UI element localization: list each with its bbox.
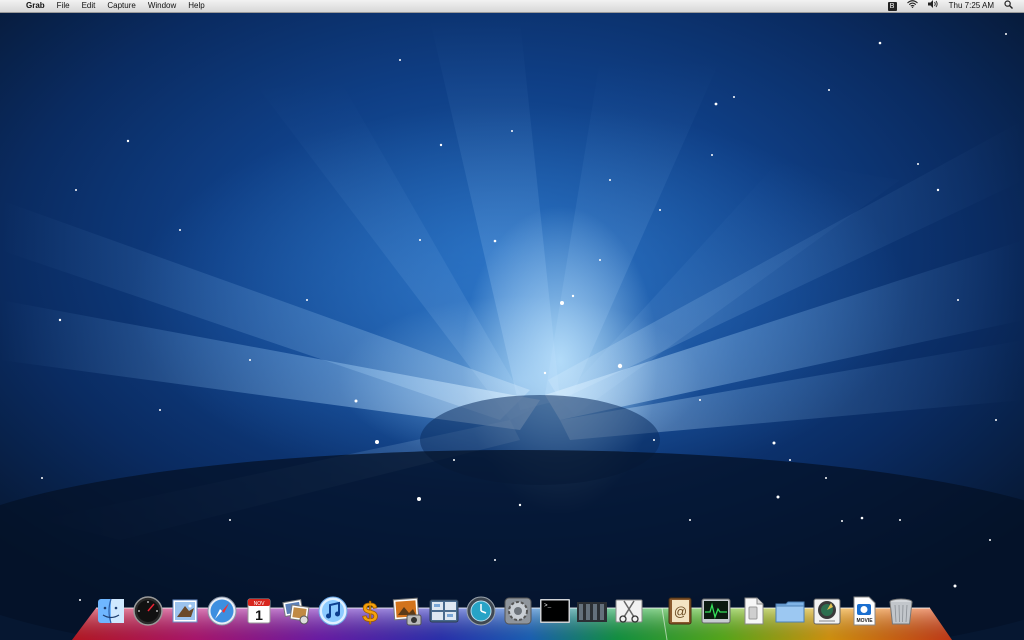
- document-icon: [744, 597, 764, 625]
- system-preferences-icon: [504, 597, 532, 625]
- volume-menu[interactable]: [923, 0, 944, 12]
- dock-item-mail[interactable]: [168, 594, 202, 628]
- dock-item-dashboard[interactable]: [131, 594, 165, 628]
- dock-item-ical[interactable]: NOV 1: [242, 594, 276, 628]
- audio-midi-icon: [577, 602, 607, 622]
- dashboard-icon: [133, 596, 163, 626]
- menu-file[interactable]: File: [51, 0, 76, 12]
- disk-utility-icon: [813, 598, 841, 625]
- dock-separator: [649, 594, 659, 628]
- dock-item-disk-utility[interactable]: [810, 594, 844, 628]
- dock-item-finder[interactable]: [94, 594, 128, 628]
- folder-icon: [775, 601, 805, 623]
- dock-item-spaces[interactable]: [427, 594, 461, 628]
- dock-item-address-book[interactable]: @: [662, 594, 696, 628]
- desktop-wallpaper: [0, 0, 1024, 640]
- svg-text:@: @: [674, 604, 687, 619]
- dock-item-grab[interactable]: [612, 594, 646, 628]
- address-book-icon: @: [668, 597, 692, 625]
- dock-item-time-machine[interactable]: [464, 594, 498, 628]
- dock-item-activity-monitor[interactable]: [699, 594, 733, 628]
- spotlight-menu[interactable]: [999, 0, 1018, 13]
- dock-item-system-preferences[interactable]: [501, 594, 535, 628]
- iphoto-icon: [392, 597, 422, 626]
- svg-text:>_: >_: [544, 602, 552, 609]
- dock-item-trash[interactable]: [884, 594, 918, 628]
- menu-help[interactable]: Help: [182, 0, 210, 12]
- preview-icon: [282, 598, 310, 625]
- wifi-icon: [906, 0, 918, 8]
- dock-item-iphoto[interactable]: [390, 594, 424, 628]
- ical-day: 1: [255, 607, 263, 623]
- menu-clock[interactable]: Thu 7:25 AM: [944, 0, 999, 12]
- spotlight-icon: [1004, 0, 1013, 9]
- mail-icon: [172, 599, 198, 623]
- movie-file-label: MOVIE: [856, 618, 873, 624]
- safari-icon: [207, 596, 237, 626]
- menu-capture[interactable]: Capture: [101, 0, 141, 12]
- bluetooth-menu[interactable]: B: [883, 0, 902, 12]
- dock-item-folder[interactable]: [773, 594, 807, 628]
- dock-item-terminal[interactable]: >_: [538, 594, 572, 628]
- dock-item-document[interactable]: [736, 594, 770, 628]
- trash-icon: [889, 598, 913, 625]
- ical-icon: NOV 1: [247, 598, 271, 624]
- activity-monitor-icon: [701, 598, 731, 624]
- spaces-icon: [429, 599, 459, 623]
- time-machine-icon: [466, 596, 496, 626]
- svg-text:$: $: [362, 597, 378, 627]
- menu-edit[interactable]: Edit: [76, 0, 102, 12]
- starfield: [41, 33, 1007, 611]
- menu-bar: Grab File Edit Capture Window Help B Thu…: [0, 0, 1024, 13]
- dollar-icon: $: [362, 597, 379, 627]
- dock-item-itunes[interactable]: [316, 594, 350, 628]
- menu-window[interactable]: Window: [142, 0, 182, 12]
- dock-item-preview[interactable]: [279, 594, 313, 628]
- dock-item-safari[interactable]: [205, 594, 239, 628]
- dock-item-audio-midi[interactable]: [575, 594, 609, 628]
- volume-icon: [927, 0, 938, 8]
- wifi-menu[interactable]: [902, 0, 923, 12]
- dock: NOV 1 $ >_ @ MOVIE: [94, 592, 934, 628]
- finder-icon: [98, 598, 124, 624]
- menu-app-name[interactable]: Grab: [20, 0, 51, 12]
- dock-item-money[interactable]: $: [353, 594, 387, 628]
- terminal-icon: >_: [540, 599, 570, 623]
- bluetooth-icon: B: [887, 2, 897, 11]
- itunes-icon: [318, 596, 348, 626]
- movie-file-icon: MOVIE: [853, 596, 876, 626]
- grab-icon: [615, 599, 643, 623]
- dock-item-movie-file[interactable]: MOVIE: [847, 594, 881, 628]
